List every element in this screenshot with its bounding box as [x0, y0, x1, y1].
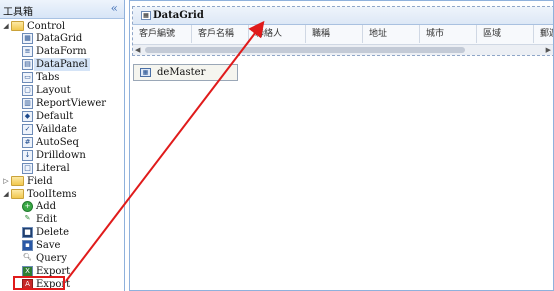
- toolbox-panel: 工具箱 « ◢ Control ▦ DataGrid ≡ DataForm ▤ …: [0, 0, 125, 291]
- toolbox-header: 工具箱 «: [0, 0, 124, 19]
- folder-icon: [11, 189, 24, 199]
- scroll-right-arrow-icon[interactable]: ▶: [546, 45, 551, 55]
- tool-item-label: Default: [36, 111, 74, 122]
- tool-item-label: Edit: [36, 214, 57, 225]
- grid-header-row: 客戶編號 客戶名稱 聯絡人 職稱 地址 城市 區域 郵遞: [133, 25, 553, 43]
- panel-icon: ▤: [22, 59, 33, 70]
- grid-column-header[interactable]: 職稱: [306, 25, 363, 43]
- datagrid-component[interactable]: ▦ DataGrid 客戶編號 客戶名稱 聯絡人 職稱 地址 城市 區域 郵遞 …: [132, 6, 553, 56]
- magnifier-icon: 🔍︎: [22, 253, 33, 264]
- highlight-box: [13, 276, 65, 290]
- form-icon: ≡: [22, 46, 33, 57]
- tool-item-label: Layout: [36, 85, 71, 96]
- tabs-icon: ▭: [22, 72, 33, 83]
- validate-icon: ✓: [22, 124, 33, 135]
- add-icon: +: [22, 201, 33, 212]
- toolbox-title: 工具箱: [3, 7, 33, 18]
- collapsed-triangle-icon[interactable]: ▷: [2, 175, 10, 188]
- grid-icon: ▦: [22, 33, 33, 44]
- tool-item-label: Vaildate: [36, 124, 77, 135]
- grid-column-header[interactable]: 客戶名稱: [192, 25, 249, 43]
- tool-item-label: DataGrid: [36, 33, 83, 44]
- grid-column-header[interactable]: 地址: [363, 25, 420, 43]
- tool-item-label: Drilldown: [36, 150, 86, 161]
- tool-item-label: Query: [36, 253, 67, 264]
- scroll-left-arrow-icon[interactable]: ◀: [135, 45, 140, 55]
- tool-item-label: Literal: [36, 163, 70, 174]
- tree-group-label: Field: [27, 176, 53, 187]
- expand-triangle-icon[interactable]: ◢: [2, 20, 10, 33]
- datasource-label: deMaster: [157, 67, 206, 78]
- layout-icon: ▢: [22, 85, 33, 96]
- grid-column-header[interactable]: 區域: [477, 25, 534, 43]
- double-chevron-left-icon[interactable]: «: [111, 1, 118, 15]
- folder-icon: [11, 176, 24, 186]
- datasource-component[interactable]: ▦ deMaster: [133, 64, 238, 81]
- default-icon: ◆: [22, 111, 33, 122]
- pencil-icon: ✎: [22, 214, 33, 225]
- grid-icon: ▦: [141, 11, 151, 20]
- datagrid-title: DataGrid: [153, 10, 204, 21]
- tool-item-label: Save: [36, 240, 61, 251]
- datasource-icon: ▦: [140, 68, 151, 77]
- tool-item-label: DataForm: [36, 46, 87, 57]
- delete-icon: ■: [22, 227, 33, 238]
- scroll-thumb[interactable]: [145, 47, 465, 53]
- design-canvas[interactable]: ▦ DataGrid 客戶編號 客戶名稱 聯絡人 職稱 地址 城市 區域 郵遞 …: [129, 0, 554, 291]
- save-icon: ▪: [22, 240, 33, 251]
- tool-item-label: AutoSeq: [36, 137, 79, 148]
- autoseq-icon: #: [22, 137, 33, 148]
- grid-column-header[interactable]: 客戶編號: [133, 25, 192, 43]
- grid-column-header[interactable]: 城市: [420, 25, 477, 43]
- grid-column-header[interactable]: 郵遞: [534, 25, 553, 43]
- folder-icon: [11, 21, 24, 31]
- tool-item-label: Add: [36, 201, 57, 212]
- drilldown-icon: ↓: [22, 150, 33, 161]
- tool-item-label: ReportViewer: [36, 98, 107, 109]
- report-icon: ▥: [22, 98, 33, 109]
- horizontal-scrollbar[interactable]: ◀ ▶: [133, 44, 553, 55]
- tool-item-label: Delete: [36, 227, 69, 238]
- expand-triangle-icon[interactable]: ◢: [2, 188, 10, 201]
- literal-icon: □: [22, 163, 33, 174]
- datagrid-title-bar: ▦ DataGrid: [133, 7, 553, 25]
- tool-item-label: DataPanel: [34, 58, 90, 71]
- tool-item-label: Tabs: [36, 72, 60, 83]
- grid-column-header[interactable]: 聯絡人: [249, 25, 306, 43]
